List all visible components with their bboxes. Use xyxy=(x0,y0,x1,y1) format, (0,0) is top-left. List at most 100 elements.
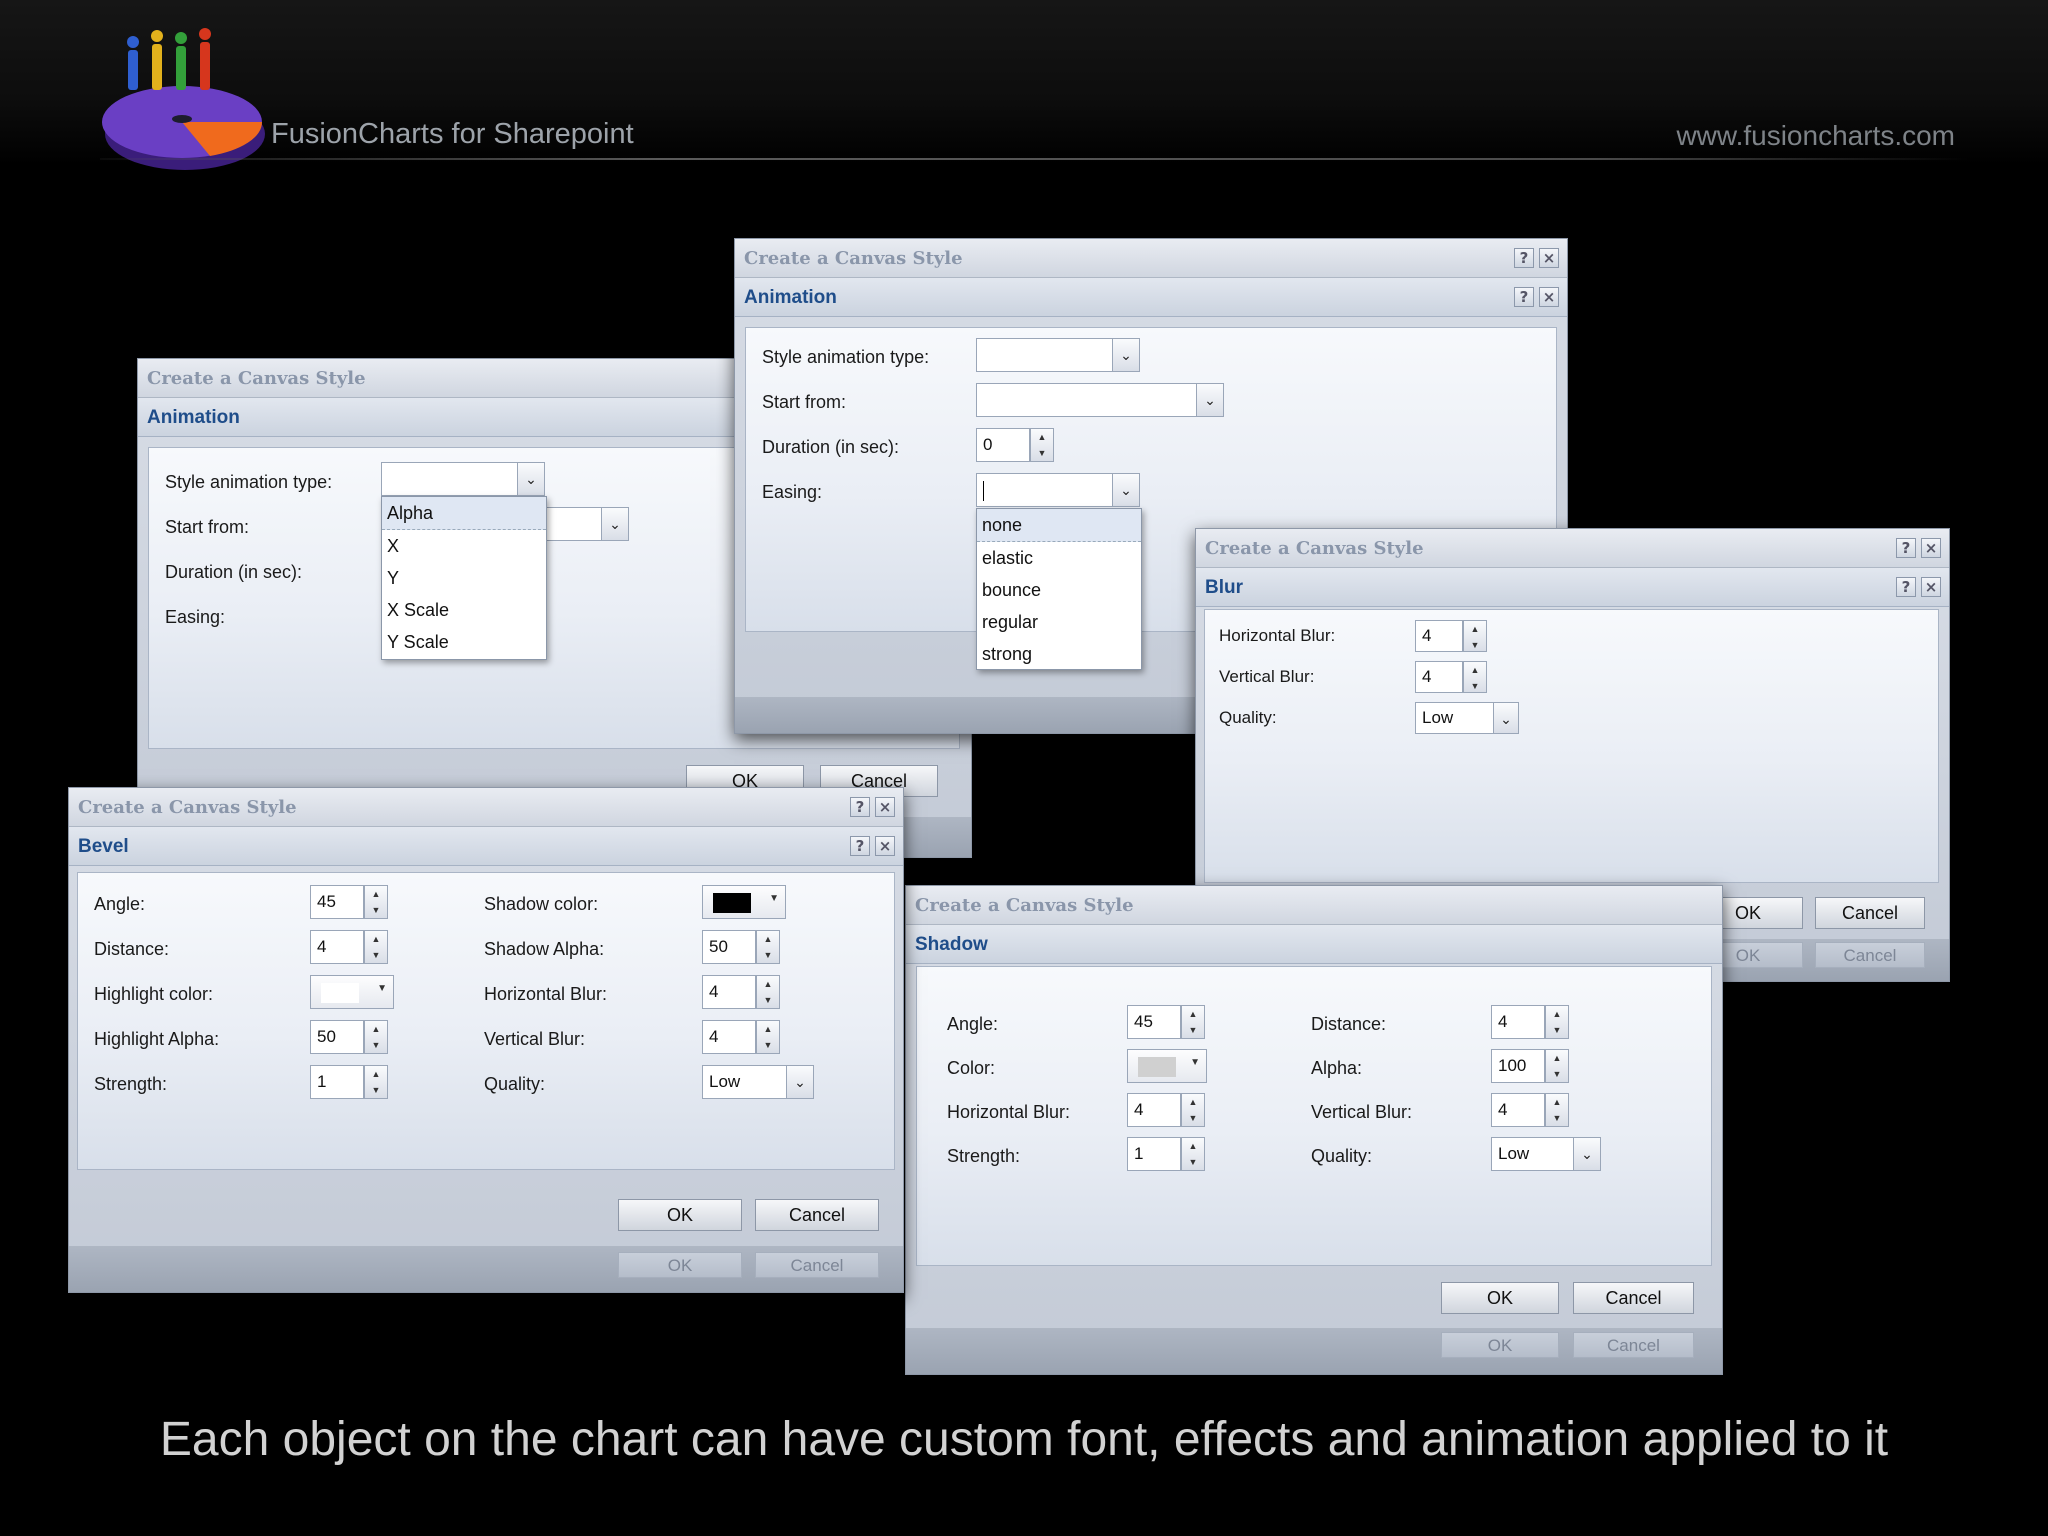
shadow-color-picker[interactable]: ▼ xyxy=(702,885,786,919)
strength-spinner[interactable]: ▲ ▼ xyxy=(364,1065,388,1099)
down-arrow-icon[interactable]: ▼ xyxy=(1546,1110,1568,1126)
down-arrow-icon[interactable]: ▼ xyxy=(1182,1110,1204,1126)
help-icon[interactable]: ? xyxy=(1896,538,1916,558)
up-arrow-icon[interactable]: ▲ xyxy=(1546,1094,1568,1110)
strength-spinner[interactable]: ▲ ▼ xyxy=(1181,1137,1205,1171)
up-arrow-icon[interactable]: ▲ xyxy=(1182,1006,1204,1022)
strength-input[interactable]: 1 xyxy=(310,1065,364,1099)
up-arrow-icon[interactable]: ▲ xyxy=(1031,429,1053,445)
cancel-button[interactable]: Cancel xyxy=(755,1199,879,1231)
close-icon[interactable]: × xyxy=(1539,287,1559,307)
shadow-alpha-spinner[interactable]: ▲ ▼ xyxy=(756,930,780,964)
dropdown-option[interactable]: X xyxy=(382,530,546,562)
help-icon[interactable]: ? xyxy=(1514,248,1534,268)
dropdown-option[interactable]: bounce xyxy=(977,574,1141,606)
close-icon[interactable]: × xyxy=(875,836,895,856)
quality-select[interactable]: Low xyxy=(1415,702,1495,734)
highlight-alpha-spinner[interactable]: ▲ ▼ xyxy=(364,1020,388,1054)
distance-spinner[interactable]: ▲ ▼ xyxy=(1545,1005,1569,1039)
vertical-blur-input[interactable]: 4 xyxy=(1415,661,1463,693)
horizontal-blur-input[interactable]: 4 xyxy=(1415,620,1463,652)
style-animation-type-select[interactable] xyxy=(976,338,1114,372)
ok-button[interactable]: OK xyxy=(618,1199,742,1231)
down-arrow-icon[interactable]: ▼ xyxy=(757,947,779,963)
vertical-blur-spinner[interactable]: ▲ ▼ xyxy=(756,1020,780,1054)
down-arrow-icon[interactable]: ▼ xyxy=(1464,678,1486,694)
up-arrow-icon[interactable]: ▲ xyxy=(365,931,387,947)
vertical-blur-input[interactable]: 4 xyxy=(1491,1093,1545,1127)
quality-select[interactable]: Low xyxy=(702,1065,788,1099)
up-arrow-icon[interactable]: ▲ xyxy=(1546,1050,1568,1066)
up-arrow-icon[interactable]: ▲ xyxy=(757,1021,779,1037)
dropdown-option[interactable]: X Scale xyxy=(382,594,546,626)
distance-input[interactable]: 4 xyxy=(1491,1005,1545,1039)
chevron-down-icon[interactable]: ⌄ xyxy=(601,507,629,541)
horizontal-blur-spinner[interactable]: ▲ ▼ xyxy=(1463,620,1487,652)
chevron-down-icon[interactable]: ⌄ xyxy=(1573,1137,1601,1171)
close-icon[interactable]: × xyxy=(1539,248,1559,268)
highlight-alpha-input[interactable]: 50 xyxy=(310,1020,364,1054)
close-icon[interactable]: × xyxy=(1921,577,1941,597)
alpha-spinner[interactable]: ▲ ▼ xyxy=(1545,1049,1569,1083)
ok-button[interactable]: OK xyxy=(1441,1282,1559,1314)
help-icon[interactable]: ? xyxy=(1896,577,1916,597)
chevron-down-icon[interactable]: ⌄ xyxy=(517,462,545,496)
down-arrow-icon[interactable]: ▼ xyxy=(1546,1066,1568,1082)
down-arrow-icon[interactable]: ▼ xyxy=(365,947,387,963)
up-arrow-icon[interactable]: ▲ xyxy=(1464,662,1486,678)
help-icon[interactable]: ? xyxy=(1514,287,1534,307)
dropdown-option[interactable]: elastic xyxy=(977,542,1141,574)
chevron-down-icon[interactable]: ⌄ xyxy=(1493,702,1519,734)
chevron-down-icon[interactable]: ⌄ xyxy=(786,1065,814,1099)
angle-input[interactable]: 45 xyxy=(310,885,364,919)
down-arrow-icon[interactable]: ▼ xyxy=(1182,1154,1204,1170)
quality-select[interactable]: Low xyxy=(1491,1137,1575,1171)
duration-input[interactable]: 0 xyxy=(976,428,1030,462)
down-arrow-icon[interactable]: ▼ xyxy=(1031,445,1053,461)
dropdown-option[interactable]: none xyxy=(977,509,1141,542)
down-arrow-icon[interactable]: ▼ xyxy=(1464,637,1486,653)
up-arrow-icon[interactable]: ▲ xyxy=(1546,1006,1568,1022)
highlight-color-picker[interactable]: ▼ xyxy=(310,975,394,1009)
dropdown-option[interactable]: Alpha xyxy=(382,497,546,530)
chevron-down-icon[interactable]: ⌄ xyxy=(1112,338,1140,372)
distance-spinner[interactable]: ▲ ▼ xyxy=(364,930,388,964)
vertical-blur-input[interactable]: 4 xyxy=(702,1020,756,1054)
angle-input[interactable]: 45 xyxy=(1127,1005,1181,1039)
shadow-alpha-input[interactable]: 50 xyxy=(702,930,756,964)
up-arrow-icon[interactable]: ▲ xyxy=(365,886,387,902)
chevron-down-icon[interactable]: ⌄ xyxy=(1196,383,1224,417)
close-icon[interactable]: × xyxy=(875,797,895,817)
horizontal-blur-input[interactable]: 4 xyxy=(1127,1093,1181,1127)
start-from-select[interactable] xyxy=(976,383,1198,417)
vertical-blur-spinner[interactable]: ▲ ▼ xyxy=(1463,661,1487,693)
down-arrow-icon[interactable]: ▼ xyxy=(1546,1022,1568,1038)
up-arrow-icon[interactable]: ▲ xyxy=(1182,1094,1204,1110)
down-arrow-icon[interactable]: ▼ xyxy=(365,902,387,918)
distance-input[interactable]: 4 xyxy=(310,930,364,964)
vertical-blur-spinner[interactable]: ▲ ▼ xyxy=(1545,1093,1569,1127)
help-icon[interactable]: ? xyxy=(850,797,870,817)
up-arrow-icon[interactable]: ▲ xyxy=(1182,1138,1204,1154)
down-arrow-icon[interactable]: ▼ xyxy=(365,1037,387,1053)
horizontal-blur-input[interactable]: 4 xyxy=(702,975,756,1009)
up-arrow-icon[interactable]: ▲ xyxy=(757,976,779,992)
dropdown-option[interactable]: Y Scale xyxy=(382,626,546,658)
chevron-down-icon[interactable]: ⌄ xyxy=(1112,473,1140,507)
angle-spinner[interactable]: ▲ ▼ xyxy=(364,885,388,919)
cancel-button[interactable]: Cancel xyxy=(1573,1282,1694,1314)
up-arrow-icon[interactable]: ▲ xyxy=(757,931,779,947)
duration-spinner[interactable]: ▲ ▼ xyxy=(1030,428,1054,462)
horizontal-blur-spinner[interactable]: ▲ ▼ xyxy=(756,975,780,1009)
angle-spinner[interactable]: ▲ ▼ xyxy=(1181,1005,1205,1039)
close-icon[interactable]: × xyxy=(1921,538,1941,558)
cancel-button[interactable]: Cancel xyxy=(1815,897,1925,929)
down-arrow-icon[interactable]: ▼ xyxy=(757,1037,779,1053)
alpha-input[interactable]: 100 xyxy=(1491,1049,1545,1083)
down-arrow-icon[interactable]: ▼ xyxy=(365,1082,387,1098)
dropdown-option[interactable]: strong xyxy=(977,638,1141,670)
style-animation-type-select[interactable] xyxy=(381,462,519,496)
up-arrow-icon[interactable]: ▲ xyxy=(365,1021,387,1037)
color-picker[interactable]: ▼ xyxy=(1127,1049,1207,1083)
dropdown-option[interactable]: regular xyxy=(977,606,1141,638)
